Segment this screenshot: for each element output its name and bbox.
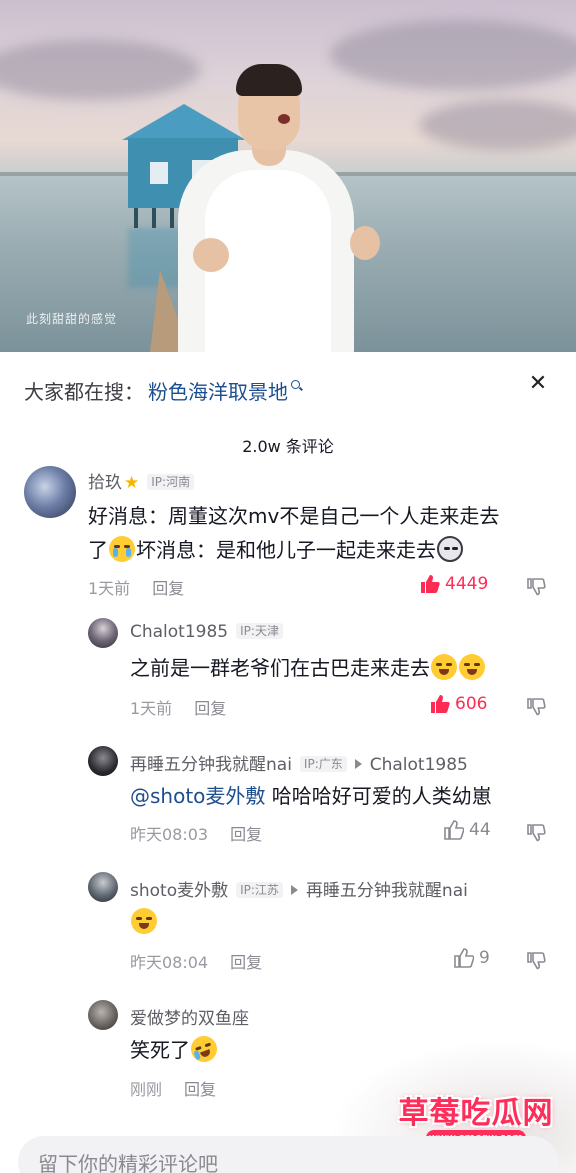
like-count: 44 xyxy=(469,820,491,840)
ip-location: IP:河南 xyxy=(147,474,195,490)
sky-cloud xyxy=(330,20,576,90)
like-button[interactable]: 9 xyxy=(454,948,490,968)
comment-time: 昨天08:03 xyxy=(130,825,209,844)
watermark-title: 草莓吃瓜网 xyxy=(398,1096,554,1131)
reply-button[interactable]: 回复 xyxy=(230,953,262,972)
comment-text-part: 坏消息：是和他儿子一起走来走去 xyxy=(136,538,436,562)
trending-search-label: 大家都在搜： xyxy=(24,379,144,404)
video-player[interactable]: 此刻甜甜的感觉 xyxy=(0,0,576,352)
avatar[interactable] xyxy=(88,1000,118,1030)
comment-author[interactable]: shoto麦外敷 IP:江苏 再睡五分钟我就醒nai xyxy=(130,876,468,901)
reply-target[interactable]: Chalot1985 xyxy=(370,755,468,775)
comment-time: 昨天08:04 xyxy=(130,953,209,972)
ip-location: IP:江苏 xyxy=(236,882,283,898)
thumbs-down-icon[interactable] xyxy=(526,822,546,842)
laughing-emoji-icon xyxy=(131,908,157,934)
comment-meta: 1天前 回复 xyxy=(88,575,184,599)
thumbs-down-icon[interactable] xyxy=(526,950,546,970)
thumbs-up-icon xyxy=(444,820,464,840)
singer-hand xyxy=(193,238,229,272)
boathouse-window xyxy=(150,162,168,184)
comment-meta: 昨天08:04 回复 xyxy=(130,949,262,973)
laughing-emoji-icon xyxy=(459,654,485,680)
comment-author[interactable]: 再睡五分钟我就醒nai IP:广东 Chalot1985 xyxy=(130,750,468,775)
mention-link[interactable]: @shoto麦外敷 xyxy=(130,784,265,808)
sky-cloud xyxy=(420,100,576,150)
husky-emoji-icon xyxy=(437,536,463,562)
like-count: 606 xyxy=(455,694,488,714)
reply-arrow-icon xyxy=(354,759,362,769)
avatar[interactable] xyxy=(88,746,118,776)
comment-input-placeholder: 留下你的精彩评论吧 xyxy=(38,1152,218,1173)
avatar[interactable] xyxy=(24,466,76,518)
avatar[interactable] xyxy=(88,872,118,902)
video-subtitle: 此刻甜甜的感觉 xyxy=(26,312,118,326)
comment-count: 2.0w 条评论 xyxy=(242,437,334,456)
comment-time: 刚刚 xyxy=(130,1080,163,1099)
comment-text: 好消息：周董这次mv不是自己一个人走来走去 xyxy=(88,498,499,534)
ip-location: IP:广东 xyxy=(299,756,347,772)
comment-text: @shoto麦外敷 哈哈哈好可爱的人类幼崽 xyxy=(130,778,492,814)
comment-time: 1天前 xyxy=(130,699,173,718)
like-button[interactable]: 606 xyxy=(430,694,487,714)
reply-button[interactable]: 回复 xyxy=(184,1080,216,1099)
reply-arrow-icon xyxy=(290,885,298,895)
close-button[interactable]: ✕ xyxy=(526,372,550,396)
laughing-emoji-icon xyxy=(431,654,457,680)
like-button[interactable]: 4449 xyxy=(420,574,488,594)
reply-target[interactable]: 再睡五分钟我就醒nai xyxy=(306,881,468,901)
comment-meta: 昨天08:03 回复 xyxy=(130,821,262,845)
comment-author-name[interactable]: 再睡五分钟我就醒nai xyxy=(130,755,292,775)
like-button[interactable]: 44 xyxy=(444,820,491,840)
comment-meta: 1天前 回复 xyxy=(130,695,226,719)
crying-emoji-icon xyxy=(109,536,135,562)
comment-text-line: 之前是一群老爷们在古巴走来走去 xyxy=(130,656,430,680)
like-count: 4449 xyxy=(445,574,489,594)
comment-text-line: 哈哈哈好可爱的人类幼崽 xyxy=(265,784,492,808)
comment-time: 1天前 xyxy=(88,579,131,598)
comment-text: 之前是一群老爷们在古巴走来走去 xyxy=(130,650,486,686)
comment-author-name[interactable]: 爱做梦的双鱼座 xyxy=(130,1009,249,1029)
comment-author[interactable]: 爱做梦的双鱼座 xyxy=(130,1004,249,1029)
thumbs-up-icon xyxy=(421,575,440,593)
boathouse-roof xyxy=(122,104,246,140)
rofl-emoji-icon xyxy=(187,1032,221,1066)
trending-search[interactable]: 大家都在搜： 粉色海洋取景地 xyxy=(24,372,300,408)
thumbs-down-icon[interactable] xyxy=(526,696,546,716)
reply-button[interactable]: 回复 xyxy=(230,825,262,844)
like-count: 9 xyxy=(479,948,490,968)
reply-button[interactable]: 回复 xyxy=(152,579,184,598)
trending-search-term[interactable]: 粉色海洋取景地 xyxy=(148,376,288,405)
search-icon xyxy=(291,379,300,389)
thumbs-down-icon[interactable] xyxy=(526,576,546,596)
comment-text-part: 了 xyxy=(88,538,108,562)
comment-text xyxy=(130,904,158,940)
comment-input[interactable]: 留下你的精彩评论吧 xyxy=(18,1136,558,1173)
singer-hair xyxy=(236,64,302,96)
singer-mouth xyxy=(278,114,290,124)
reply-button[interactable]: 回复 xyxy=(194,699,226,718)
comment-text: 笑死了 xyxy=(130,1032,221,1068)
comment-text-line: 好消息：周董这次mv不是自己一个人走来走去 xyxy=(88,504,500,528)
comment-text: 了 坏消息：是和他儿子一起走来走去 xyxy=(88,532,464,568)
thumbs-up-icon xyxy=(454,948,474,968)
star-icon: ★ xyxy=(124,473,140,493)
thumbs-up-icon xyxy=(431,695,450,713)
comment-author[interactable]: 拾玖 ★ IP:河南 xyxy=(88,468,195,493)
comment-text-line: 笑死了 xyxy=(130,1038,190,1062)
comment-author-name[interactable]: 拾玖 xyxy=(88,473,122,493)
comment-author[interactable]: Chalot1985 IP:天津 xyxy=(130,622,283,642)
ip-location: IP:天津 xyxy=(236,623,283,639)
comment-meta: 刚刚 回复 xyxy=(130,1076,216,1100)
sky-cloud xyxy=(0,40,200,100)
avatar[interactable] xyxy=(88,618,118,648)
comment-author-name[interactable]: Chalot1985 xyxy=(130,622,228,642)
comment-author-name[interactable]: shoto麦外敷 xyxy=(130,881,228,901)
singer-hand xyxy=(350,226,380,260)
